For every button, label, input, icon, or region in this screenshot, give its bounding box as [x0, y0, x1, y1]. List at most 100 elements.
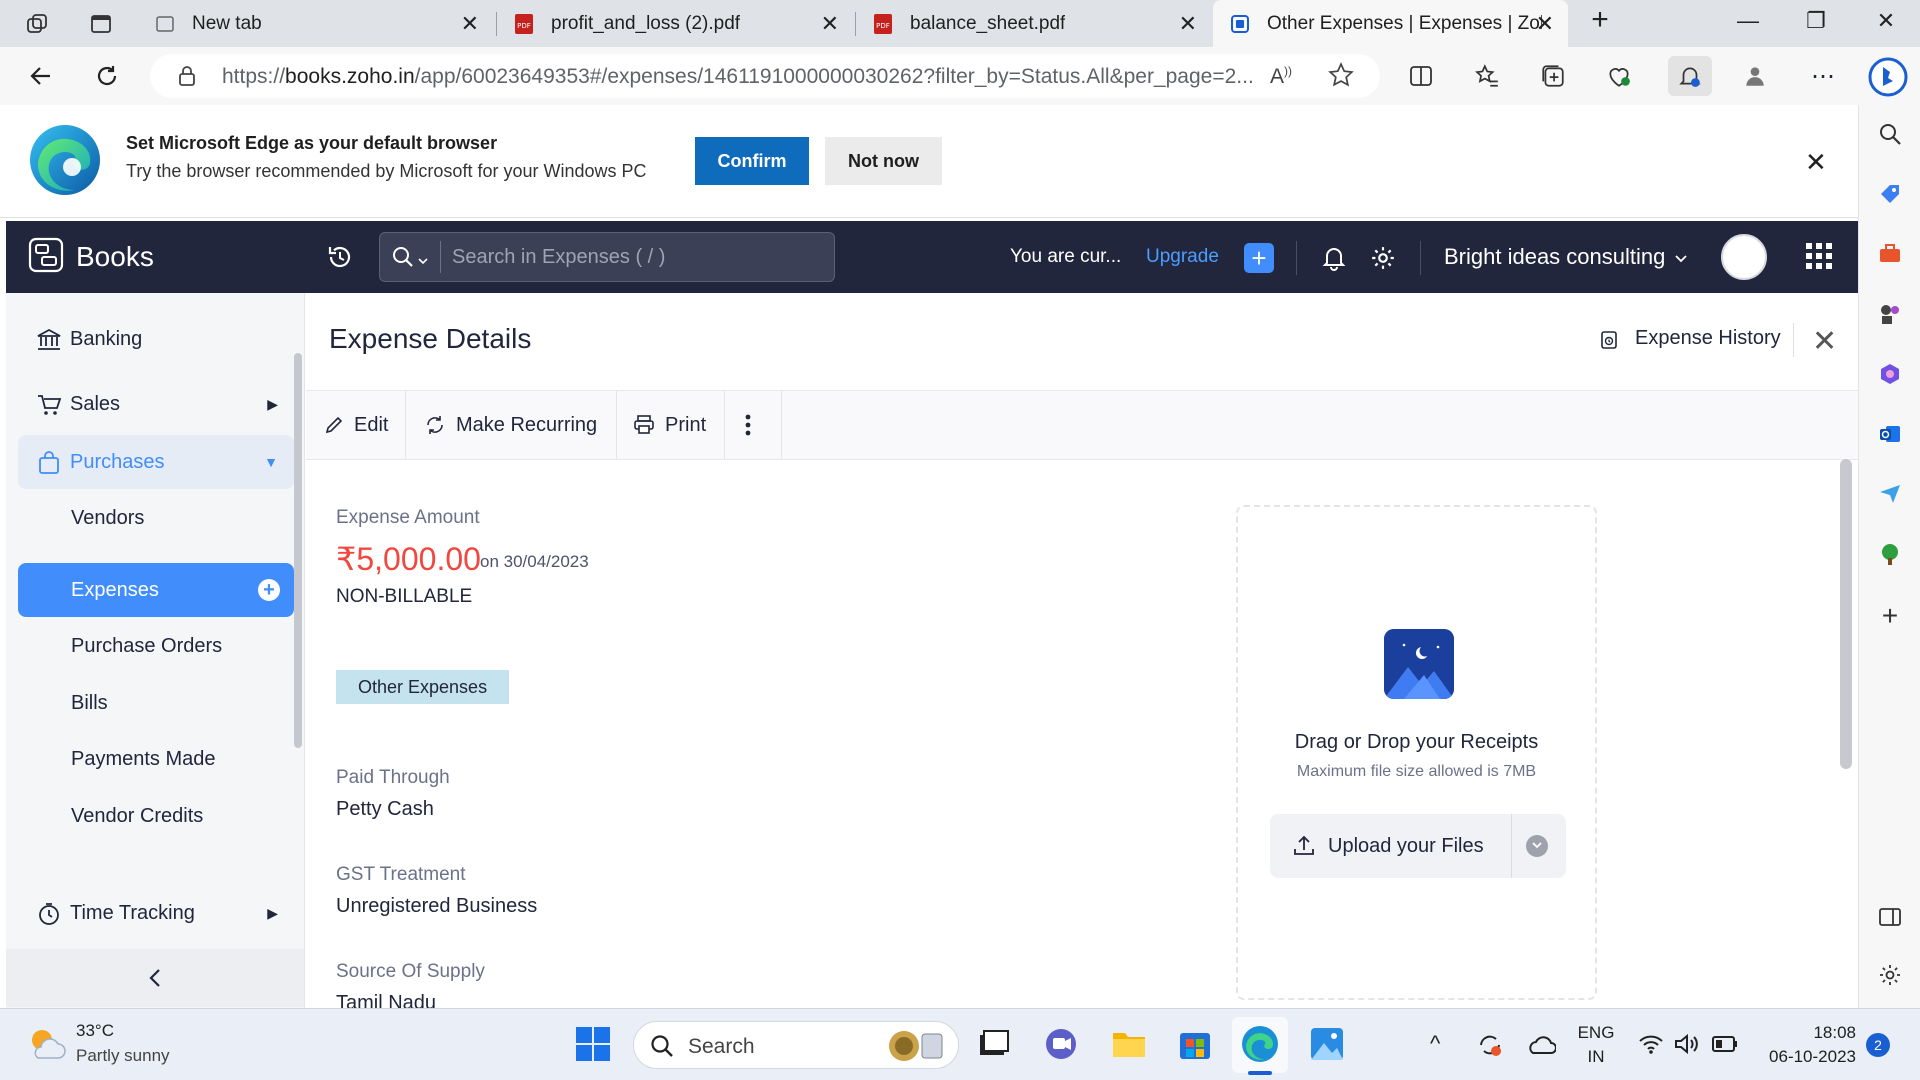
close-window-icon[interactable]: ✕	[1866, 8, 1906, 34]
sidebar-item-vendors[interactable]: Vendors	[18, 491, 294, 545]
tab-actions-icon[interactable]	[88, 11, 114, 37]
collections-icon[interactable]	[1536, 59, 1570, 93]
upload-files-button[interactable]: Upload your Files	[1270, 814, 1566, 878]
favorites-icon[interactable]	[1470, 59, 1504, 93]
user-avatar[interactable]	[1721, 234, 1767, 280]
search-divider	[440, 241, 441, 273]
chevron-down-icon[interactable]	[418, 253, 428, 271]
receipt-dropzone[interactable]: Drag or Drop your Receipts Maximum file …	[1236, 505, 1597, 1000]
new-tab-button[interactable]: +	[1580, 3, 1620, 37]
wifi-icon[interactable]	[1638, 1033, 1664, 1060]
battery-icon[interactable]	[1712, 1035, 1738, 1058]
organization-switcher[interactable]: Bright ideas consulting	[1444, 244, 1688, 270]
close-tab-icon[interactable]: ✕	[461, 11, 479, 37]
sidebar-item-sales[interactable]: Sales ▶	[18, 377, 294, 431]
restore-icon[interactable]: ❐	[1796, 8, 1836, 34]
close-icon[interactable]: ✕	[1812, 324, 1837, 359]
collapse-sidebar-button[interactable]	[6, 949, 304, 1007]
close-banner-icon[interactable]: ✕	[1805, 147, 1827, 178]
close-tab-icon[interactable]: ✕	[1179, 11, 1197, 37]
windows-start-icon[interactable]	[574, 1025, 612, 1063]
sidebar-scrollbar[interactable]	[294, 353, 302, 748]
notification-count-badge[interactable]: 2	[1866, 1033, 1890, 1057]
expense-history-link[interactable]: Expense History	[1635, 327, 1781, 350]
games-icon[interactable]	[1876, 300, 1904, 328]
language-top[interactable]: ENG	[1576, 1023, 1616, 1043]
upload-options-chevron-icon[interactable]	[1526, 835, 1548, 857]
header-divider	[1296, 241, 1297, 275]
more-options-icon[interactable]: ⋯	[1806, 59, 1840, 93]
sidebar-item-time-tracking[interactable]: Time Tracking ▶	[18, 886, 294, 940]
not-now-button[interactable]: Not now	[825, 137, 942, 185]
print-button[interactable]: Print	[617, 391, 725, 459]
quick-create-button[interactable]: +	[1244, 243, 1274, 273]
upgrade-link[interactable]: Upgrade	[1146, 246, 1219, 268]
task-view-icon[interactable]	[974, 1025, 1012, 1063]
tree-icon[interactable]	[1876, 540, 1904, 568]
settings-gear-icon[interactable]	[1370, 245, 1396, 276]
language-bottom[interactable]: IN	[1576, 1047, 1616, 1067]
refresh-icon[interactable]	[90, 59, 124, 93]
close-tab-icon[interactable]: ✕	[821, 11, 839, 37]
sidebar-item-purchases[interactable]: Purchases ▼	[18, 435, 294, 489]
bing-copilot-icon[interactable]	[1866, 55, 1910, 99]
content-scrollbar[interactable]	[1840, 459, 1852, 769]
sidebar-toggle-icon[interactable]	[1876, 903, 1904, 931]
edit-button[interactable]: Edit	[306, 391, 406, 459]
sidebar-item-purchase-orders[interactable]: Purchase Orders	[18, 619, 294, 673]
add-expense-icon[interactable]: +	[258, 579, 280, 601]
microsoft-store-icon[interactable]	[1176, 1025, 1214, 1063]
microsoft-365-icon[interactable]	[1876, 360, 1904, 388]
tab-balance-sheet[interactable]: PDF balance_sheet.pdf ✕	[856, 0, 1211, 47]
edge-browser-icon[interactable]	[1241, 1025, 1279, 1063]
make-recurring-button[interactable]: Make Recurring	[406, 391, 617, 459]
sidebar-item-expenses[interactable]: Expenses +	[18, 563, 294, 617]
photos-app-icon[interactable]	[1308, 1025, 1346, 1063]
teams-chat-icon[interactable]	[1042, 1025, 1080, 1063]
file-explorer-icon[interactable]	[1110, 1025, 1148, 1063]
tab-profit-and-loss[interactable]: PDF profit_and_loss (2).pdf ✕	[497, 0, 853, 47]
search-input[interactable]	[452, 243, 822, 271]
weather-icon[interactable]	[26, 1024, 66, 1069]
settings-gear-icon[interactable]	[1876, 961, 1904, 989]
notifications-bell-icon[interactable]	[1668, 56, 1712, 96]
add-sidebar-app-icon[interactable]: +	[1876, 600, 1904, 631]
profile-icon[interactable]	[1738, 59, 1772, 93]
sidebar-item-vendor-credits[interactable]: Vendor Credits	[18, 789, 294, 843]
confirm-button[interactable]: Confirm	[695, 137, 809, 185]
minimize-icon[interactable]: —	[1728, 8, 1768, 34]
volume-icon[interactable]	[1674, 1033, 1700, 1060]
lock-icon[interactable]	[178, 65, 196, 92]
search-icon[interactable]	[1876, 120, 1904, 148]
sidebar-item-banking[interactable]: Banking	[18, 312, 294, 366]
back-icon[interactable]	[24, 59, 58, 93]
upload-main[interactable]: Upload your Files	[1270, 814, 1512, 878]
onedrive-cloud-icon[interactable]	[1526, 1033, 1557, 1060]
outlook-icon[interactable]	[1876, 420, 1904, 448]
bell-icon[interactable]	[1322, 245, 1346, 276]
clock-time[interactable]: 18:08	[1756, 1023, 1856, 1043]
address-bar[interactable]: https://books.zoho.in/app/60023649353#/e…	[150, 54, 1380, 98]
app-grid-icon[interactable]	[1806, 243, 1832, 274]
clock-date[interactable]: 06-10-2023	[1736, 1047, 1856, 1067]
send-icon[interactable]	[1876, 480, 1904, 508]
read-aloud-icon[interactable]: A))	[1270, 64, 1292, 89]
workspaces-icon[interactable]	[24, 11, 50, 37]
brand[interactable]: Books	[6, 221, 306, 293]
sync-icon[interactable]	[1476, 1031, 1504, 1064]
show-hidden-icons-chevron[interactable]: ^	[1430, 1031, 1440, 1057]
favorite-star-icon[interactable]	[1328, 62, 1354, 93]
tab-other-expenses[interactable]: Other Expenses | Expenses | Zoho ✕	[1213, 0, 1568, 47]
shopping-tag-icon[interactable]	[1876, 180, 1904, 208]
recent-history-icon[interactable]	[326, 243, 354, 276]
close-tab-icon[interactable]: ✕	[1536, 11, 1554, 37]
sidebar-item-bills[interactable]: Bills	[18, 676, 294, 730]
more-actions-button[interactable]	[725, 391, 782, 459]
browser-essentials-icon[interactable]	[1602, 59, 1636, 93]
tools-icon[interactable]	[1876, 240, 1904, 268]
split-screen-icon[interactable]	[1404, 59, 1438, 93]
search-icon[interactable]	[392, 246, 414, 273]
taskbar-search[interactable]: Search	[633, 1021, 959, 1069]
sidebar-item-payments-made[interactable]: Payments Made	[18, 732, 294, 786]
tab-new-tab[interactable]: New tab ✕	[138, 0, 493, 47]
